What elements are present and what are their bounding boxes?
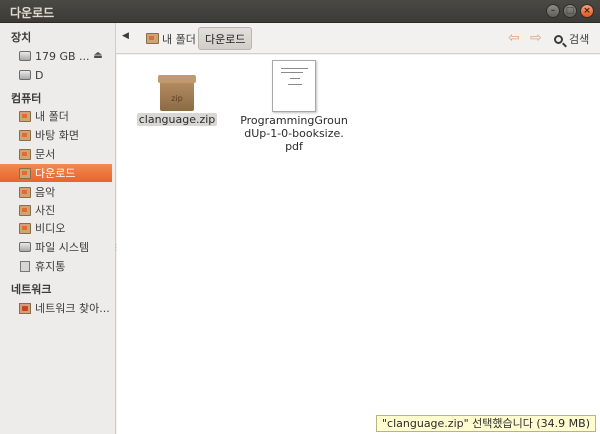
eject-icon[interactable]: ⏏ [92,50,104,62]
close-button[interactable]: × [580,4,594,18]
sidebar-item-label: 179 GB ... [35,49,90,63]
filesystem-icon [19,242,31,252]
file-item-programming-pdf[interactable]: ProgrammingGroun dUp-1-0-booksize. pdf [239,55,349,153]
documents-folder-icon [19,148,31,160]
sidebar-item-music[interactable]: 음악 [0,183,112,201]
sidebar-item-filesystem[interactable]: 파일 시스템 [0,238,112,256]
sidebar-item-downloads[interactable]: 다운로드 [0,164,112,182]
desktop-folder-icon [19,129,31,141]
sidebar-item-videos[interactable]: 비디오 [0,219,112,237]
breadcrumb-home[interactable]: 내 폴더 [140,27,202,50]
home-folder-icon [19,110,31,122]
sidebar-section-devices: 장치 [11,31,32,44]
search-button[interactable]: 검색 [554,31,589,47]
trash-icon [20,260,30,272]
sidebar-item-label: 다운로드 [35,167,76,180]
sidebar-item-label: 음악 [35,186,56,199]
sidebar-item-network[interactable]: 네트워크 찾아... [0,299,112,317]
search-label: 검색 [569,33,590,46]
sidebar-item-label: 내 폴더 [35,110,69,123]
sidebar-section-network: 네트워크 [11,283,52,296]
toolbar: ◀ 내 폴더 다운로드 ⇦ ⇨ 검색 [116,23,600,54]
sidebar-item-label: 비디오 [35,222,66,235]
breadcrumb-current-label: 다운로드 [205,32,246,46]
window-controls: – □ × [546,4,594,18]
videos-folder-icon [19,222,31,234]
network-icon [19,302,31,314]
file-name: ProgrammingGroun dUp-1-0-booksize. pdf [240,114,348,153]
title-bar[interactable]: 다운로드 – □ × [0,0,600,23]
sidebar-item-label: 휴지통 [35,260,66,273]
file-name-line: pdf [285,140,303,153]
breadcrumb-current[interactable]: 다운로드 [198,27,253,50]
minimize-button[interactable]: – [546,4,560,18]
sidebar-item-drive-d[interactable]: D [0,66,112,84]
file-manager-window: 다운로드 – □ × 장치 179 GB ... ⏏ D 컴퓨터 내 폴더 바탕… [0,0,600,434]
file-item-clanguage-zip[interactable]: zip clanguage.zip [136,55,218,126]
window-title: 다운로드 [10,6,55,20]
home-folder-icon [146,33,159,44]
zip-icon-label: zip [171,94,183,103]
sidebar-item-pictures[interactable]: 사진 [0,201,112,219]
maximize-button[interactable]: □ [563,4,577,18]
sidebar-item-label: 바탕 화면 [35,129,79,142]
file-view[interactable]: zip clanguage.zip ProgrammingGroun dUp-1… [117,55,600,434]
sidebar-item-home[interactable]: 내 폴더 [0,107,112,125]
drive-icon [19,70,31,80]
pictures-folder-icon [19,204,31,216]
sidebar-item-label: 문서 [35,148,56,161]
breadcrumb-scroll-left-icon[interactable]: ◀ [122,31,129,41]
sidebar-item-label: 파일 시스템 [35,241,90,254]
downloads-folder-icon [19,167,31,179]
sidebar-item-documents[interactable]: 문서 [0,145,112,163]
sidebar-item-desktop[interactable]: 바탕 화면 [0,126,112,144]
file-name-line: ProgrammingGroun [240,114,348,127]
pdf-document-icon [272,60,316,112]
sidebar-item-label: 사진 [35,204,56,217]
sidebar-item-label: D [35,68,44,82]
breadcrumb-home-label: 내 폴더 [162,32,196,46]
sidebar: 장치 179 GB ... ⏏ D 컴퓨터 내 폴더 바탕 화면 문서 다운로드 [0,23,120,434]
sidebar-item-drive-179gb[interactable]: 179 GB ... ⏏ [0,47,112,65]
search-icon [554,34,563,44]
zip-archive-icon: zip [158,75,196,111]
status-bar: "clanguage.zip" 선택했습니다 (34.9 MB) [375,415,596,432]
sidebar-item-trash[interactable]: 휴지통 [0,257,112,275]
file-name: clanguage.zip [136,113,218,126]
file-name-line: dUp-1-0-booksize. [244,127,344,140]
forward-arrow-icon[interactable]: ⇨ [530,30,542,46]
music-folder-icon [19,186,31,198]
sidebar-section-computer: 컴퓨터 [11,92,42,105]
drive-icon [19,51,31,61]
sidebar-item-label: 네트워크 찾아... [35,302,110,315]
back-arrow-icon[interactable]: ⇦ [508,30,520,46]
